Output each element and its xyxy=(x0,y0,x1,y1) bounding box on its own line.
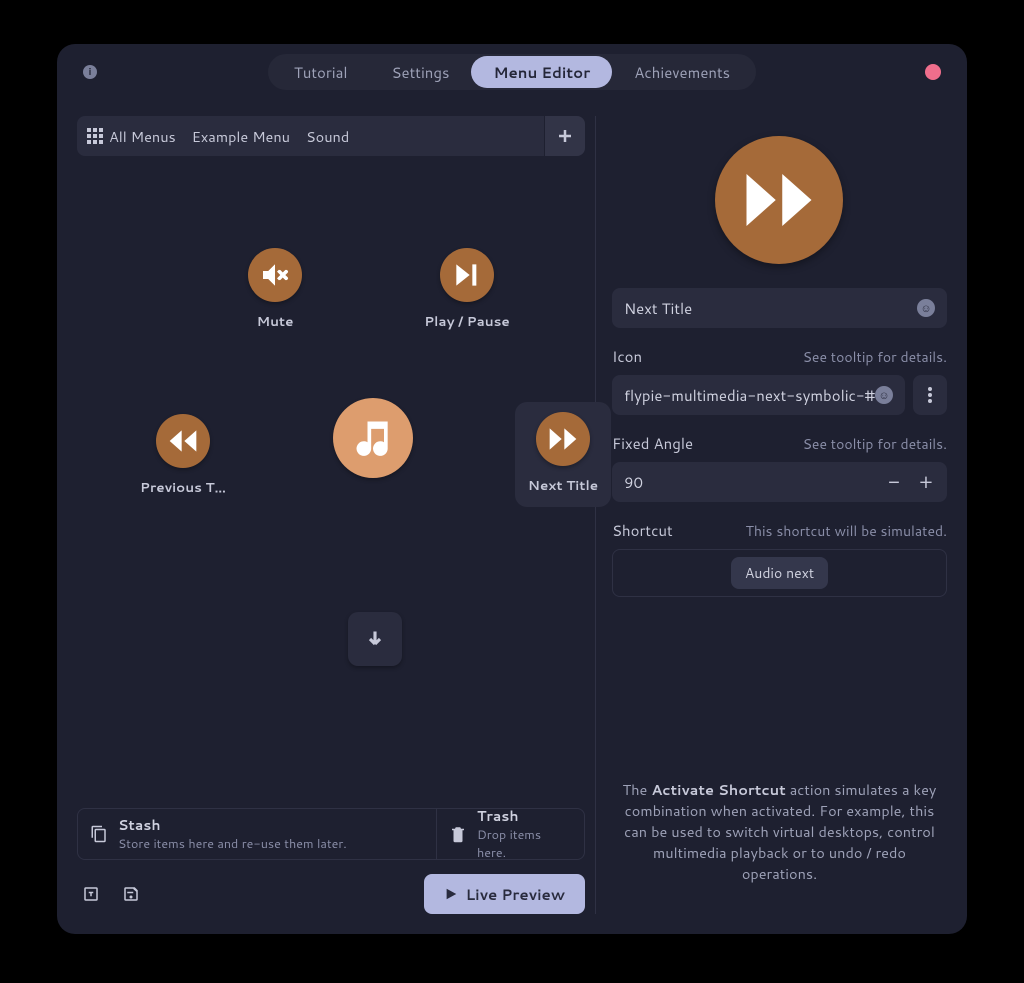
crumb-label: All Menus xyxy=(109,126,176,147)
crumb-all-menus[interactable]: All Menus xyxy=(87,126,176,147)
trash-subtitle: Drop items here. xyxy=(477,826,572,862)
stash-subtitle: Store items here and re-use them later. xyxy=(118,835,347,853)
tab-settings[interactable]: Settings xyxy=(370,56,472,88)
name-input[interactable]: Next Title ☺ xyxy=(612,288,947,328)
angle-hint: See tooltip for details. xyxy=(803,434,947,454)
trash-text: Trash Drop items here. xyxy=(477,806,572,862)
music-note-icon xyxy=(333,398,413,478)
angle-stepper: − + xyxy=(885,468,935,496)
tab-bar: Tutorial Settings Menu Editor Achievemen… xyxy=(268,54,756,90)
play-icon xyxy=(444,887,458,901)
fast-forward-icon xyxy=(536,412,590,466)
shortcut-label: Shortcut xyxy=(612,520,673,541)
selected-item-icon xyxy=(715,136,843,264)
tab-tutorial[interactable]: Tutorial xyxy=(272,56,370,88)
save-button[interactable] xyxy=(117,880,145,908)
angle-plus-button[interactable]: + xyxy=(917,468,935,496)
grid-icon xyxy=(87,128,103,144)
action-description: The Activate Shortcut action simulates a… xyxy=(612,779,947,884)
fast-forward-icon xyxy=(740,161,818,239)
node-add[interactable] xyxy=(327,612,423,666)
trash-icon xyxy=(449,825,467,843)
bottom-row: Live Preview xyxy=(77,874,585,914)
node-center[interactable] xyxy=(325,398,421,478)
tab-menu-editor[interactable]: Menu Editor xyxy=(471,56,612,88)
angle-minus-button[interactable]: − xyxy=(885,468,903,496)
bottom-left-buttons xyxy=(77,880,145,908)
save-icon xyxy=(122,885,140,903)
icon-label-row: Icon See tooltip for details. xyxy=(612,346,947,367)
node-previous-title[interactable]: Previous T… xyxy=(135,414,231,497)
shortcut-hint: This shortcut will be simulated. xyxy=(746,521,947,541)
shortcut-box[interactable]: Audio next xyxy=(612,549,947,597)
shortcut-label-row: Shortcut This shortcut will be simulated… xyxy=(612,520,947,541)
name-value: Next Title xyxy=(624,298,692,319)
app-window: i Tutorial Settings Menu Editor Achievem… xyxy=(57,44,967,934)
shortcut-chip[interactable]: Audio next xyxy=(731,557,828,589)
icon-input[interactable]: flypie-multimedia-next-symbolic-# ☺ xyxy=(612,375,905,415)
import-icon xyxy=(82,885,100,903)
status-dot-icon xyxy=(925,64,941,80)
preview-label: Live Preview xyxy=(466,884,565,905)
plus-icon xyxy=(557,128,573,144)
stash-row: Stash Store items here and re-use them l… xyxy=(77,808,585,860)
desc-bold: Activate Shortcut xyxy=(651,779,785,800)
node-mute[interactable]: Mute xyxy=(227,248,323,331)
trash-title: Trash xyxy=(477,806,572,826)
import-button[interactable] xyxy=(77,880,105,908)
crumb-sound[interactable]: Sound xyxy=(306,126,349,147)
icon-value: flypie-multimedia-next-symbolic-# xyxy=(624,385,875,406)
node-label: Previous T… xyxy=(140,478,226,497)
stash-text: Stash Store items here and re-use them l… xyxy=(118,815,347,853)
tab-achievements[interactable]: Achievements xyxy=(612,56,752,88)
breadcrumb: All Menus Example Menu Sound xyxy=(77,116,544,156)
stash-title: Stash xyxy=(118,815,347,835)
node-next-title[interactable]: Next Title xyxy=(515,402,611,507)
angle-value: 90 xyxy=(624,472,643,493)
info-icon[interactable]: i xyxy=(83,65,97,79)
stash-icon xyxy=(90,825,108,843)
add-item-button[interactable] xyxy=(545,116,585,156)
stash-area[interactable]: Stash Store items here and re-use them l… xyxy=(77,808,437,860)
mute-icon xyxy=(248,248,302,302)
menu-canvas[interactable]: Mute Play / Pause Previous T… xyxy=(77,164,585,800)
icon-more-button[interactable] xyxy=(913,375,947,415)
live-preview-button[interactable]: Live Preview xyxy=(424,874,585,914)
angle-input[interactable]: 90 − + xyxy=(612,462,947,502)
trash-area[interactable]: Trash Drop items here. xyxy=(437,808,585,860)
left-panel: All Menus Example Menu Sound Mute xyxy=(77,116,596,914)
chevron-down-icon xyxy=(348,612,402,666)
emoji-picker-icon[interactable]: ☺ xyxy=(917,299,935,317)
rewind-icon xyxy=(156,414,210,468)
breadcrumb-row: All Menus Example Menu Sound xyxy=(77,116,585,156)
kebab-icon xyxy=(928,387,932,403)
node-label: Mute xyxy=(257,312,294,331)
emoji-picker-icon[interactable]: ☺ xyxy=(875,386,893,404)
desc-prefix: The xyxy=(623,779,652,800)
content: All Menus Example Menu Sound Mute xyxy=(57,100,967,934)
node-play-pause[interactable]: Play / Pause xyxy=(419,248,515,331)
crumb-example-menu[interactable]: Example Menu xyxy=(192,126,290,147)
right-panel: Next Title ☺ Icon See tooltip for detail… xyxy=(596,116,947,914)
header: i Tutorial Settings Menu Editor Achievem… xyxy=(57,44,967,100)
play-pause-icon xyxy=(440,248,494,302)
icon-label: Icon xyxy=(612,346,642,367)
node-label: Next Title xyxy=(528,476,598,495)
angle-label: Fixed Angle xyxy=(612,433,693,454)
node-label: Play / Pause xyxy=(424,312,510,331)
angle-label-row: Fixed Angle See tooltip for details. xyxy=(612,433,947,454)
icon-hint: See tooltip for details. xyxy=(803,347,947,367)
